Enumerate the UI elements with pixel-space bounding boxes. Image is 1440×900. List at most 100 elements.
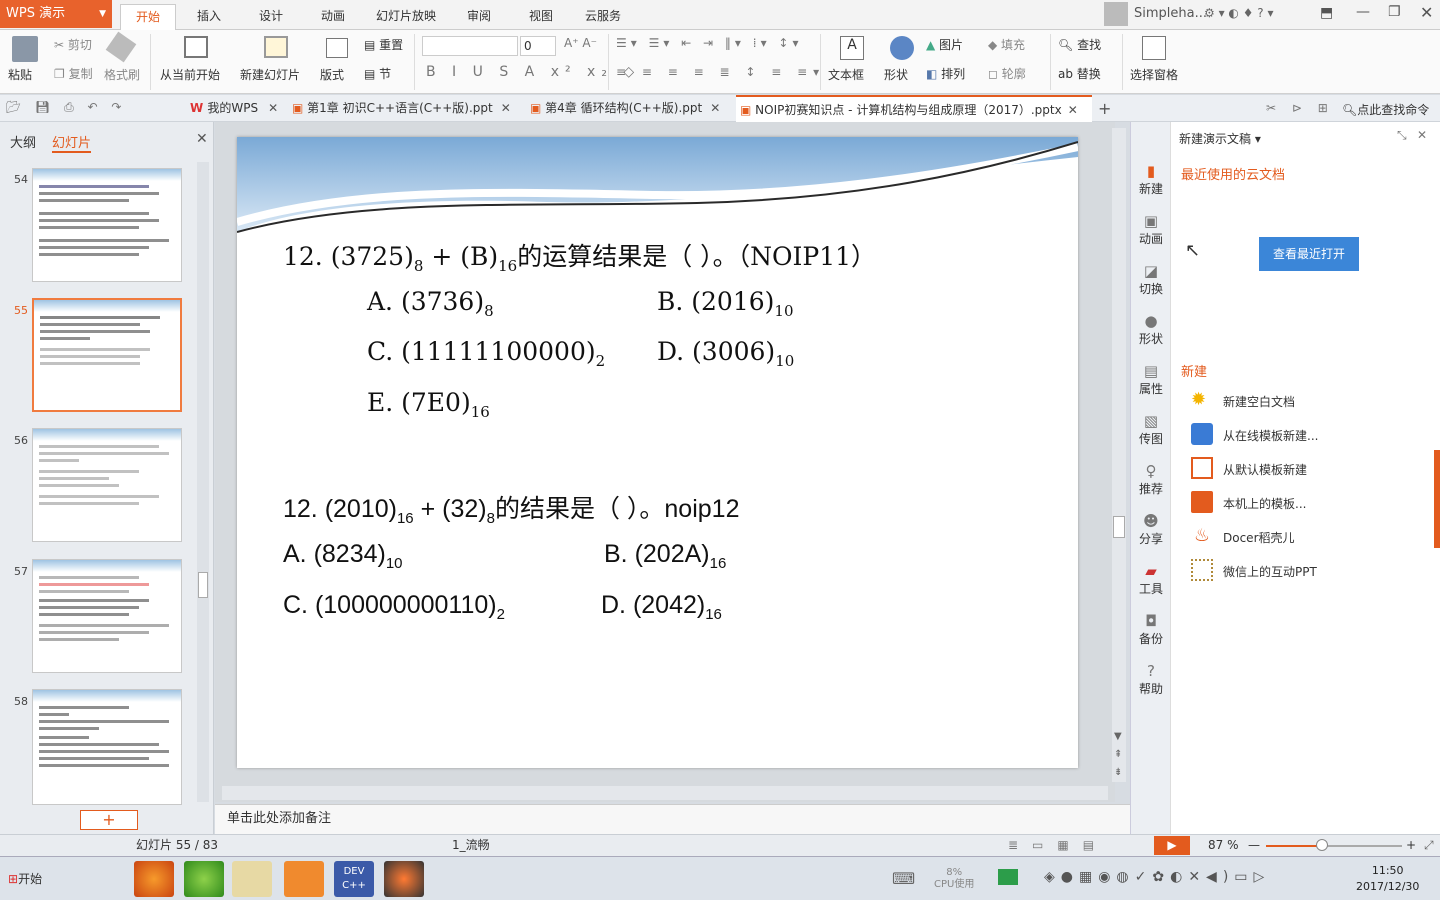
close-icon[interactable]: ✕ (1068, 103, 1078, 117)
paste-button[interactable]: 粘贴 (8, 66, 32, 83)
slide-thumbnail[interactable] (32, 559, 182, 673)
tab-document-active[interactable]: ▣ NOIP初赛知识点 - 计算机结构与组成原理（2017）.pptx ✕ (736, 95, 1092, 122)
replace-button[interactable]: ab 替换 (1058, 65, 1101, 82)
minimize-icon[interactable]: — (1356, 4, 1370, 20)
tab-home[interactable]: 开始 (120, 4, 176, 30)
nav-help[interactable]: ? 帮助 (1131, 662, 1171, 697)
font-grow-icon[interactable]: A⁺ A⁻ (564, 36, 597, 50)
arrange-button[interactable]: ◧ 排列 (926, 65, 965, 82)
tab-view[interactable]: 视图 (516, 4, 566, 30)
dev-cpp-icon[interactable]: DEV C++ (334, 861, 374, 897)
nav-backup[interactable]: ◘ 备份 (1131, 612, 1171, 647)
nav-share[interactable]: ☻ 分享 (1131, 512, 1171, 547)
tray-icons[interactable]: ◈●▦◉◍✓✿◐✕◀)▭▷ (1044, 869, 1270, 885)
command-search[interactable]: 🔍︎点此查找命令 (1342, 101, 1429, 118)
tab-insert[interactable]: 插入 (184, 4, 234, 30)
slide-scrollbar[interactable]: ▼ ⇞ ⇟ (1112, 128, 1126, 782)
font-name-select[interactable] (422, 36, 518, 56)
format-painter-button[interactable]: 格式刷 (104, 66, 140, 83)
new-slide-button[interactable]: 新建幻灯片 (240, 66, 300, 83)
font-size-select[interactable]: 0 (520, 36, 556, 56)
docer-link[interactable]: Docer稻壳儿 (1223, 529, 1295, 546)
tab-slides[interactable]: 幻灯片 (52, 132, 92, 153)
slide-thumbnail[interactable] (32, 689, 182, 805)
zoom-in-button[interactable]: + (1406, 835, 1416, 856)
wechat-ppt-link[interactable]: 微信上的互动PPT (1223, 563, 1317, 580)
pin-icon[interactable]: ⤡ (1397, 128, 1407, 143)
tab-my-wps[interactable]: W 我的WPS ✕ (190, 95, 286, 122)
nav-upload-image[interactable]: ▧ 传图 (1131, 412, 1171, 447)
nav-animation[interactable]: ▣ 动画 (1131, 212, 1171, 247)
nav-new[interactable]: ▮ 新建 (1131, 162, 1171, 197)
avatar[interactable] (1104, 2, 1128, 26)
nav-transition[interactable]: ◪ 切换 (1131, 262, 1171, 297)
from-current-button[interactable]: 从当前开始 (160, 66, 220, 83)
restore-ribbon-icon[interactable]: ⬒ (1320, 5, 1333, 21)
horizontal-scrollbar[interactable] (222, 786, 1108, 800)
add-slide-button[interactable]: + (80, 810, 138, 830)
clock[interactable]: 11:50 2017/12/30 (1356, 863, 1419, 895)
tab-outline[interactable]: 大纲 (10, 132, 36, 151)
tab-tool-icons[interactable]: ✂ ⊳ ⊞ (1266, 101, 1334, 115)
close-icon[interactable]: ✕ (1420, 3, 1433, 22)
local-template-link[interactable]: 本机上的模板... (1223, 495, 1306, 512)
user-name[interactable]: Simpleha... (1134, 6, 1207, 21)
cut-button[interactable]: ✂ 剪切 (54, 36, 92, 53)
tab-cloud[interactable]: 云服务 (578, 4, 628, 30)
fill-button[interactable]: ◆ 填充 (988, 36, 1025, 53)
open-recent-button[interactable]: 查看最近打开 (1259, 237, 1359, 271)
slide-thumbnail[interactable] (32, 428, 182, 542)
close-icon[interactable]: ✕ (1417, 128, 1427, 142)
online-template-link[interactable]: 从在线模板新建... (1223, 427, 1318, 444)
textbox-button[interactable]: 文本框 (828, 66, 864, 83)
scrollbar-thumb[interactable] (198, 572, 208, 598)
slide-thumbnail-selected[interactable] (32, 298, 182, 412)
selection-pane-button[interactable]: 选择窗格 (1130, 66, 1178, 83)
app-menu-button[interactable]: WPS 演示 ▼ (0, 0, 112, 28)
copy-button[interactable]: ❐ 复制 (54, 65, 93, 82)
quick-access-icons[interactable]: 📂︎ 💾︎ ⎙ ↶ ↷ (6, 100, 126, 115)
play-slideshow-button[interactable]: ▶ (1154, 836, 1190, 855)
list-icons[interactable]: ☰▾ ☰▾ ⇤ ⇥ ‖▾ ⁞▾ ↕▾ (616, 36, 803, 50)
notes-pane[interactable]: 单击此处添加备注 (215, 804, 1130, 834)
default-template-link[interactable]: 从默认模板新建 (1223, 461, 1307, 478)
battery-icon[interactable] (998, 869, 1018, 885)
slide-thumbnail[interactable] (32, 168, 182, 282)
zoom-slider-handle[interactable] (1316, 839, 1328, 851)
start-button[interactable]: ⊞开始 (2, 865, 48, 893)
nav-shape[interactable]: ● 形状 (1131, 312, 1171, 347)
align-icons[interactable]: ≡ ≡ ≡ ≡ ≣ ↕ ≡ ≡▾ (616, 65, 825, 79)
scrollbar-thumb[interactable] (1113, 516, 1125, 538)
browser-icon[interactable] (184, 861, 224, 897)
nav-recommend[interactable]: ♀ 推荐 (1131, 462, 1171, 497)
keyboard-icon[interactable]: ⌨ (892, 869, 915, 888)
zoom-out-button[interactable]: — (1248, 835, 1260, 856)
panel-edge-tab[interactable] (1434, 450, 1440, 548)
reset-button[interactable]: ▤ 重置 (364, 36, 403, 53)
close-icon[interactable]: ✕ (501, 101, 511, 115)
shape-button[interactable]: 形状 (884, 66, 908, 83)
new-tab-button[interactable]: + (1098, 95, 1111, 122)
tab-document[interactable]: ▣ 第1章 初识C++语言(C++版).ppt ✕ (292, 95, 528, 122)
new-blank-link[interactable]: 新建空白文档 (1223, 393, 1295, 410)
close-icon[interactable]: ✕ (196, 131, 208, 147)
fit-window-icon[interactable]: ⤢ (1424, 835, 1434, 856)
outline-button[interactable]: ◻ 轮廓 (988, 65, 1026, 82)
view-mode-icons[interactable]: ≣▭▦▤ (1008, 835, 1108, 856)
tab-document[interactable]: ▣ 第4章 循环结构(C++版).ppt ✕ (530, 95, 734, 122)
nav-tools[interactable]: ▰ 工具 (1131, 562, 1171, 597)
section-button[interactable]: ▤ 节 (364, 65, 391, 82)
layout-button[interactable]: 版式 (320, 66, 344, 83)
find-button[interactable]: 🔍︎ 查找 (1058, 36, 1101, 53)
nav-properties[interactable]: ▤ 属性 (1131, 362, 1171, 397)
tab-slideshow[interactable]: 幻灯片放映 (370, 4, 442, 30)
thumbnail-scrollbar[interactable] (197, 162, 209, 802)
zoom-slider[interactable] (1266, 839, 1402, 851)
scroll-arrows[interactable]: ▼ ⇞ ⇟ (1114, 728, 1122, 782)
tab-review[interactable]: 审阅 (454, 4, 504, 30)
tab-animation[interactable]: 动画 (308, 4, 358, 30)
gear-icon[interactable]: ⚙ ▾ ◐ ♦ ? ▾ (1204, 6, 1273, 20)
slide-canvas[interactable]: 12. (3725)8 + (B)16的运算结果是（ ）。（NOIP11） A.… (237, 137, 1078, 768)
tab-design[interactable]: 设计 (246, 4, 296, 30)
recorder-icon[interactable] (384, 861, 424, 897)
